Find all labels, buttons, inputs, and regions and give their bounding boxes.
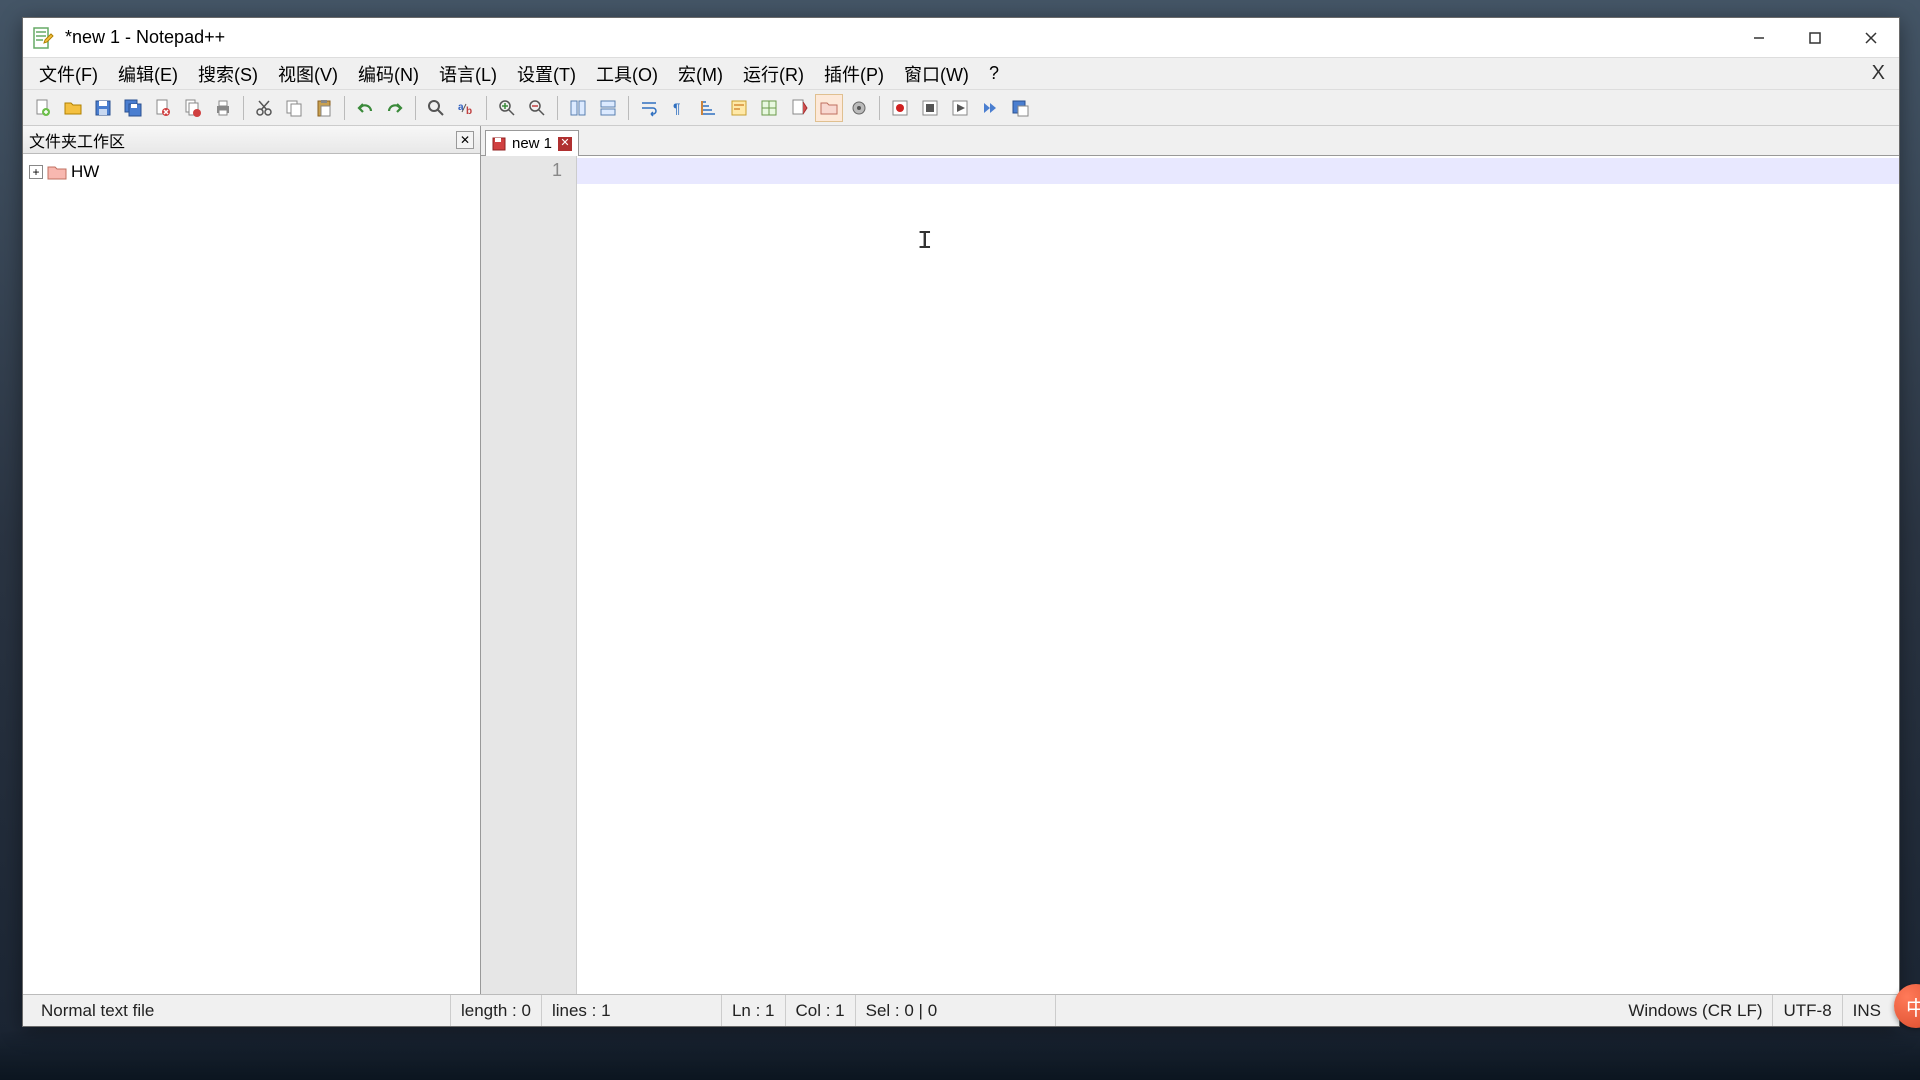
taskbar-shadow: [0, 1030, 1920, 1080]
tree-root-label: HW: [71, 162, 99, 182]
zoom-out-icon[interactable]: [523, 94, 551, 122]
editor[interactable]: 1 I: [481, 156, 1899, 994]
svg-text:b: b: [466, 106, 472, 117]
svg-text:a: a: [458, 102, 464, 113]
close-all-icon[interactable]: [179, 94, 207, 122]
tree-root-row[interactable]: + HW: [27, 160, 476, 184]
show-all-chars-icon[interactable]: ¶: [665, 94, 693, 122]
menu-macro[interactable]: 宏(M): [668, 57, 733, 91]
indent-guide-icon[interactable]: [695, 94, 723, 122]
close-file-icon[interactable]: [149, 94, 177, 122]
mdi-close-button[interactable]: X: [1864, 62, 1893, 85]
status-lines: lines : 1: [542, 995, 722, 1026]
undo-icon[interactable]: [351, 94, 379, 122]
text-cursor-icon: I: [917, 226, 933, 256]
close-button[interactable]: [1843, 18, 1899, 58]
svg-text:¶: ¶: [673, 100, 681, 116]
statusbar: Normal text file length : 0 lines : 1 Ln…: [23, 994, 1899, 1026]
cut-icon[interactable]: [250, 94, 278, 122]
copy-icon[interactable]: [280, 94, 308, 122]
menu-encoding[interactable]: 编码(N): [348, 57, 429, 91]
replace-icon[interactable]: ab: [452, 94, 480, 122]
minimize-button[interactable]: [1731, 18, 1787, 58]
menu-help[interactable]: ?: [979, 59, 1009, 88]
play-multi-icon[interactable]: [976, 94, 1004, 122]
sync-hscroll-icon[interactable]: [594, 94, 622, 122]
expand-icon[interactable]: +: [29, 165, 43, 179]
menu-window[interactable]: 窗口(W): [894, 57, 979, 91]
folder-panel-close-icon[interactable]: ✕: [456, 131, 474, 149]
line-number: 1: [481, 160, 562, 181]
client-area: 文件夹工作区 ✕ + HW new: [23, 126, 1899, 994]
current-line-highlight: [577, 158, 1899, 184]
print-icon[interactable]: [209, 94, 237, 122]
status-ln: Ln : 1: [722, 995, 786, 1026]
save-icon[interactable]: [89, 94, 117, 122]
status-ins[interactable]: INS: [1843, 995, 1891, 1026]
user-lang-icon[interactable]: [725, 94, 753, 122]
folder-workspace-icon[interactable]: [815, 94, 843, 122]
titlebar[interactable]: *new 1 - Notepad++: [23, 18, 1899, 58]
menu-run[interactable]: 运行(R): [733, 57, 814, 91]
tab-label: new 1: [512, 135, 552, 152]
folder-panel-header[interactable]: 文件夹工作区 ✕: [23, 126, 480, 154]
line-gutter: 1: [481, 156, 577, 994]
folder-panel: 文件夹工作区 ✕ + HW: [23, 126, 481, 994]
find-icon[interactable]: [422, 94, 450, 122]
menubar: 文件(F) 编辑(E) 搜索(S) 视图(V) 编码(N) 语言(L) 设置(T…: [23, 58, 1899, 90]
menu-view[interactable]: 视图(V): [268, 57, 348, 91]
folder-tree[interactable]: + HW: [23, 154, 480, 994]
folder-panel-title: 文件夹工作区: [29, 128, 125, 152]
notepadpp-window: *new 1 - Notepad++ 文件(F) 编辑(E) 搜索(S) 视图(…: [22, 17, 1900, 1027]
stop-macro-icon[interactable]: [916, 94, 944, 122]
menu-plugins[interactable]: 插件(P): [814, 57, 894, 91]
doc-map-icon[interactable]: [755, 94, 783, 122]
menu-settings[interactable]: 设置(T): [507, 57, 586, 91]
tab-close-icon[interactable]: ✕: [558, 137, 572, 151]
open-file-icon[interactable]: [59, 94, 87, 122]
save-all-icon[interactable]: [119, 94, 147, 122]
editor-side: new 1 ✕ 1 I: [481, 126, 1899, 994]
status-filetype: Normal text file: [31, 995, 451, 1026]
menu-tools[interactable]: 工具(O): [586, 57, 668, 91]
wordwrap-icon[interactable]: [635, 94, 663, 122]
menu-language[interactable]: 语言(L): [429, 57, 507, 91]
sync-vscroll-icon[interactable]: [564, 94, 592, 122]
doc-list-icon[interactable]: [785, 94, 813, 122]
text-area[interactable]: I: [577, 156, 1899, 994]
maximize-button[interactable]: [1787, 18, 1843, 58]
zoom-in-icon[interactable]: [493, 94, 521, 122]
window-title: *new 1 - Notepad++: [65, 27, 225, 48]
tab-new-1[interactable]: new 1 ✕: [485, 130, 579, 156]
play-macro-icon[interactable]: [946, 94, 974, 122]
new-file-icon[interactable]: [29, 94, 57, 122]
folder-icon: [47, 164, 67, 180]
paste-icon[interactable]: [310, 94, 338, 122]
ime-label: 中: [1906, 992, 1920, 1021]
redo-icon[interactable]: [381, 94, 409, 122]
record-macro-icon[interactable]: [886, 94, 914, 122]
tab-bar[interactable]: new 1 ✕: [481, 126, 1899, 156]
status-length: length : 0: [451, 995, 542, 1026]
menu-search[interactable]: 搜索(S): [188, 57, 268, 91]
status-encoding[interactable]: UTF-8: [1773, 995, 1842, 1026]
unsaved-indicator-icon: [492, 137, 506, 151]
status-col: Col : 1: [786, 995, 856, 1026]
monitor-icon[interactable]: [845, 94, 873, 122]
menu-file[interactable]: 文件(F): [29, 57, 108, 91]
menu-edit[interactable]: 编辑(E): [108, 57, 188, 91]
toolbar: ab ¶: [23, 90, 1899, 126]
app-icon: [31, 26, 55, 50]
status-sel: Sel : 0 | 0: [856, 995, 1056, 1026]
status-eol[interactable]: Windows (CR LF): [1618, 995, 1773, 1026]
save-macro-icon[interactable]: [1006, 94, 1034, 122]
